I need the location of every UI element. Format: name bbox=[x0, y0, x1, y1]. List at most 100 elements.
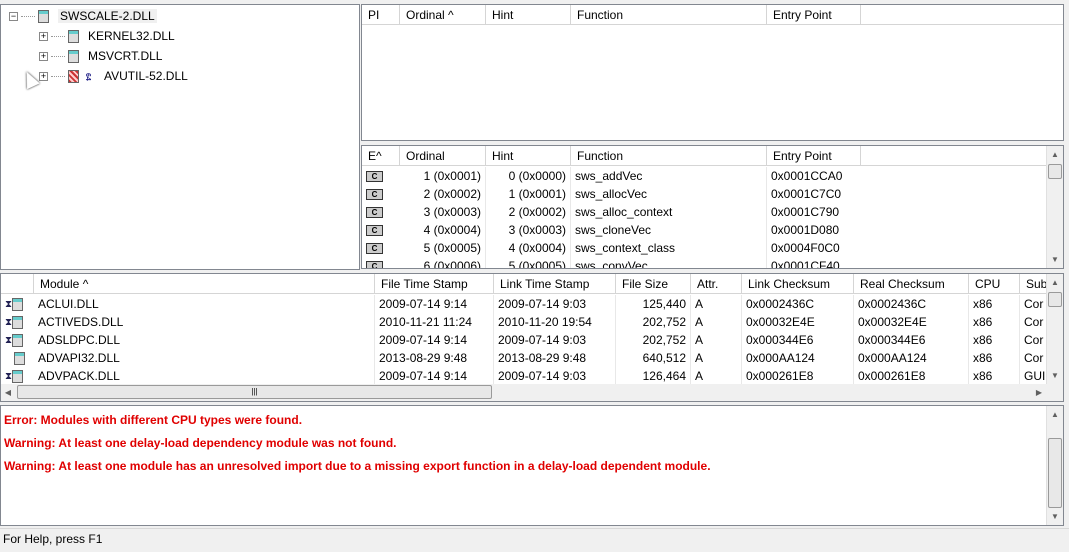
export-hint: 4 (0x0004) bbox=[486, 239, 571, 257]
column-header[interactable]: File Time Stamp bbox=[375, 274, 494, 294]
column-header[interactable]: PI bbox=[362, 5, 400, 25]
module-cpu: x86 bbox=[969, 367, 1020, 385]
expand-collapse-icon[interactable]: + bbox=[39, 72, 48, 82]
export-type-cell: C bbox=[362, 167, 400, 185]
module-fts: 2010-11-21 11:24 bbox=[375, 313, 494, 331]
column-header[interactable]: Attr. bbox=[691, 274, 742, 294]
module-row[interactable]: ⧗ ACTIVEDS.DLL 2010-11-21 11:24 2010-11-20 … bbox=[1, 313, 1050, 331]
c-function-icon: C bbox=[366, 171, 383, 183]
column-header[interactable]: Ordinal ^ bbox=[400, 5, 486, 25]
module-row[interactable]: ADVAPI32.DLL 2013-08-29 9:48 2013-08-29 9:… bbox=[1, 349, 1050, 367]
export-row[interactable]: C 5 (0x0005) 4 (0x0004) sws_context_class 0x… bbox=[362, 239, 861, 257]
export-row[interactable]: C 3 (0x0003) 2 (0x0002) sws_alloc_context 0x… bbox=[362, 203, 861, 221]
module-rc: 0x0002436C bbox=[854, 295, 969, 313]
module-size: 126,464 bbox=[616, 367, 691, 385]
delay-load-icon: ⧗ bbox=[5, 298, 13, 310]
module-icon bbox=[12, 316, 24, 330]
export-row[interactable]: C 6 (0x0006) 5 (0x0005) sws_convVec 0x0001CF… bbox=[362, 257, 861, 269]
module-tree-pane: − SWSCALE-2.DLL + KERNEL32.DLL + MSVCRT.DLL +6… bbox=[0, 4, 360, 270]
module-lc: 0x00032E4E bbox=[742, 313, 854, 331]
column-header[interactable]: Hint bbox=[486, 146, 571, 166]
module-lts: 2010-11-20 19:54 bbox=[494, 313, 616, 331]
module-attr: A bbox=[691, 313, 742, 331]
tree-node[interactable]: + MSVCRT.DLL bbox=[39, 48, 162, 64]
module-row[interactable]: ⧗ ADSLDPC.DLL 2009-07-14 9:14 2009-07-14 9:… bbox=[1, 331, 1050, 349]
column-header[interactable]: CPU bbox=[969, 274, 1020, 294]
column-header[interactable]: Link Time Stamp bbox=[494, 274, 616, 294]
module-name: ACTIVEDS.DLL bbox=[34, 313, 375, 331]
log-message: Warning: At least one module has an unre… bbox=[4, 459, 711, 473]
exports-pane: E^ Ordinal Hint Function Entry Point C 1 (0x0… bbox=[361, 145, 1064, 269]
module-fts: 2009-07-14 9:14 bbox=[375, 331, 494, 349]
export-function: sws_convVec bbox=[571, 257, 767, 268]
tree-line bbox=[51, 36, 65, 38]
c-function-icon: C bbox=[366, 189, 383, 201]
c-function-icon: C bbox=[366, 207, 383, 219]
column-header[interactable]: Link Checksum bbox=[742, 274, 854, 294]
column-header[interactable]: Module ^ bbox=[34, 274, 375, 294]
c-function-icon: C bbox=[366, 243, 383, 255]
exports-scrollbar[interactable]: ▲ ▼ bbox=[1046, 146, 1063, 268]
module-rc: 0x000AA124 bbox=[854, 349, 969, 367]
module-lc: 0x000261E8 bbox=[742, 367, 854, 385]
column-header[interactable]: Real Checksum bbox=[854, 274, 969, 294]
module-size: 202,752 bbox=[616, 331, 691, 349]
export-entry: 0x0001CCA0 bbox=[771, 169, 843, 183]
module-row[interactable]: ⧗ ADVPACK.DLL 2009-07-14 9:14 2009-07-14 9:… bbox=[1, 367, 1050, 385]
column-header[interactable]: File Size bbox=[616, 274, 691, 294]
export-type-cell: C bbox=[362, 185, 400, 203]
module-row[interactable]: ⧗ ACLUI.DLL 2009-07-14 9:14 2009-07-14 9:03… bbox=[1, 295, 1050, 313]
export-type-cell: C bbox=[362, 221, 400, 239]
module-cpu: x86 bbox=[969, 349, 1020, 367]
export-ordinal: 1 (0x0001) bbox=[400, 167, 486, 185]
module-size: 125,440 bbox=[616, 295, 691, 313]
module-icon bbox=[14, 352, 25, 366]
column-header[interactable]: Entry Point bbox=[767, 146, 861, 166]
column-header[interactable]: E^ bbox=[362, 146, 400, 166]
export-function: sws_cloneVec bbox=[571, 221, 767, 239]
column-header[interactable]: Entry Point bbox=[767, 5, 861, 25]
column-header[interactable]: Ordinal bbox=[400, 146, 486, 166]
log-message: Warning: At least one delay-load depende… bbox=[4, 436, 397, 450]
export-row[interactable]: C 4 (0x0004) 3 (0x0003) sws_cloneVec 0x0001D… bbox=[362, 221, 861, 239]
parent-imports-pane: PI Ordinal ^ Hint Function Entry Point bbox=[361, 4, 1064, 141]
module-64bit-error-icon bbox=[68, 70, 79, 84]
export-entry: 0x0001CF40 bbox=[771, 259, 840, 269]
column-header[interactable]: Hint bbox=[486, 5, 571, 25]
module-name: ADVAPI32.DLL bbox=[34, 349, 375, 367]
export-type-cell: C bbox=[362, 203, 400, 221]
export-row[interactable]: C 2 (0x0002) 1 (0x0001) sws_allocVec 0x0001C… bbox=[362, 185, 861, 203]
module-fts: 2013-08-29 9:48 bbox=[375, 349, 494, 367]
export-type-cell: C bbox=[362, 239, 400, 257]
module-name: ADSLDPC.DLL bbox=[34, 331, 375, 349]
module-name: ADVPACK.DLL bbox=[34, 367, 375, 385]
expand-collapse-icon[interactable]: + bbox=[39, 52, 48, 62]
tree-line bbox=[51, 56, 65, 58]
export-row[interactable]: C 1 (0x0001) 0 (0x0000) sws_addVec 0x0001CCA… bbox=[362, 167, 861, 185]
tree-node-label: MSVCRT.DLL bbox=[88, 49, 163, 63]
log-scrollbar[interactable]: ▲ ▼ bbox=[1046, 406, 1063, 525]
export-ordinal: 2 (0x0002) bbox=[400, 185, 486, 203]
export-entry: 0x0004F0C0 bbox=[771, 241, 840, 255]
expand-collapse-icon[interactable]: + bbox=[39, 32, 48, 42]
log-pane: Error: Modules with different CPU types … bbox=[0, 405, 1064, 526]
module-attr: A bbox=[691, 295, 742, 313]
module-list-vscrollbar[interactable]: ▲ ▼ bbox=[1046, 274, 1063, 384]
expand-collapse-icon[interactable]: − bbox=[9, 12, 18, 22]
module-lc: 0x000344E6 bbox=[742, 331, 854, 349]
column-header[interactable]: Function bbox=[571, 5, 767, 25]
export-function: sws_allocVec bbox=[571, 185, 767, 203]
delay-load-icon: ⧗ bbox=[5, 334, 13, 346]
module-list-hscrollbar[interactable]: ◀ ||| ▶ bbox=[1, 384, 1063, 401]
column-header[interactable]: Function bbox=[571, 146, 767, 166]
tree-node[interactable]: − SWSCALE-2.DLL bbox=[9, 8, 157, 24]
export-ordinal: 3 (0x0003) bbox=[400, 203, 486, 221]
tree-node[interactable]: + KERNEL32.DLL bbox=[39, 28, 175, 44]
module-cpu: x86 bbox=[969, 295, 1020, 313]
module-size: 640,512 bbox=[616, 349, 691, 367]
export-hint: 1 (0x0001) bbox=[486, 185, 571, 203]
column-header[interactable] bbox=[1, 274, 34, 294]
module-fts: 2009-07-14 9:14 bbox=[375, 295, 494, 313]
tree-node[interactable]: +64 AVUTIL-52.DLL bbox=[39, 68, 188, 84]
module-attr: A bbox=[691, 349, 742, 367]
